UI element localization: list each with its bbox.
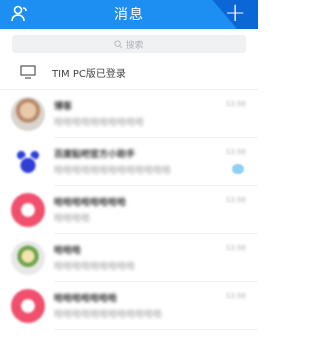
cartoon-icon: [11, 241, 45, 275]
search-input[interactable]: 搜索: [12, 35, 246, 53]
conversation-preview: 哈哈哈哈: [54, 214, 91, 224]
conversation-time: 12:00: [225, 292, 246, 300]
conversation-preview: 哈哈哈哈哈哈哈哈哈哈哈哈哈: [54, 166, 172, 176]
conversation-item[interactable]: 百度贴吧官方小助手 哈哈哈哈哈哈哈哈哈哈哈哈哈 12:00: [0, 138, 258, 186]
conversation-time: 12:00: [225, 148, 246, 156]
add-icon[interactable]: +: [224, 0, 246, 26]
pink-circle-icon: [11, 289, 45, 323]
conversation-time: 12:00: [225, 100, 246, 108]
conversation-preview: 哈哈哈哈哈哈哈哈哈哈哈哈: [54, 310, 163, 320]
tim-pc-status-row[interactable]: TIM PC版已登录: [0, 55, 258, 90]
unread-badge: [232, 164, 244, 174]
conversation-name: 博客: [54, 102, 73, 112]
conversation-item[interactable]: 哈哈哈哈哈哈哈哈 哈哈哈哈 12:00: [0, 186, 258, 234]
search-placeholder: 搜索: [125, 40, 144, 51]
page-title: 消息: [114, 7, 144, 23]
conversation-item[interactable]: 哈哈哈哈哈哈哈 哈哈哈哈哈哈哈哈哈哈哈哈 12:00: [0, 282, 258, 330]
conversation-preview: 哈哈哈哈哈哈哈哈哈: [54, 262, 136, 272]
conversation-name: 百度贴吧官方小助手: [54, 150, 136, 160]
conversation-list: 博客 哈哈哈哈哈哈哈哈哈哈 12:00 百度贴吧官方小助手 哈哈哈哈哈哈哈哈哈哈…: [0, 90, 258, 330]
tim-pc-label: TIM PC版已登录: [52, 68, 126, 80]
photo-boy-icon: [11, 97, 45, 131]
conversation-name: 哈哈哈哈哈哈哈哈: [54, 198, 127, 208]
pink-circle-icon: [11, 193, 45, 227]
conversation-time: 12:00: [225, 244, 246, 252]
blue-paw-icon: [11, 145, 45, 179]
top-bar: 消息 +: [0, 0, 258, 29]
conversation-preview: 哈哈哈哈哈哈哈哈哈哈: [54, 118, 145, 128]
conversation-item[interactable]: 哈哈哈 哈哈哈哈哈哈哈哈哈 12:00: [0, 234, 258, 282]
monitor-icon: [20, 65, 36, 79]
conversation-name: 哈哈哈哈哈哈哈: [54, 294, 118, 304]
conversation-time: 12:00: [225, 196, 246, 204]
conversation-name: 哈哈哈: [54, 246, 82, 256]
conversation-item[interactable]: 博客 哈哈哈哈哈哈哈哈哈哈 12:00: [0, 90, 258, 138]
search-icon: [114, 39, 123, 48]
